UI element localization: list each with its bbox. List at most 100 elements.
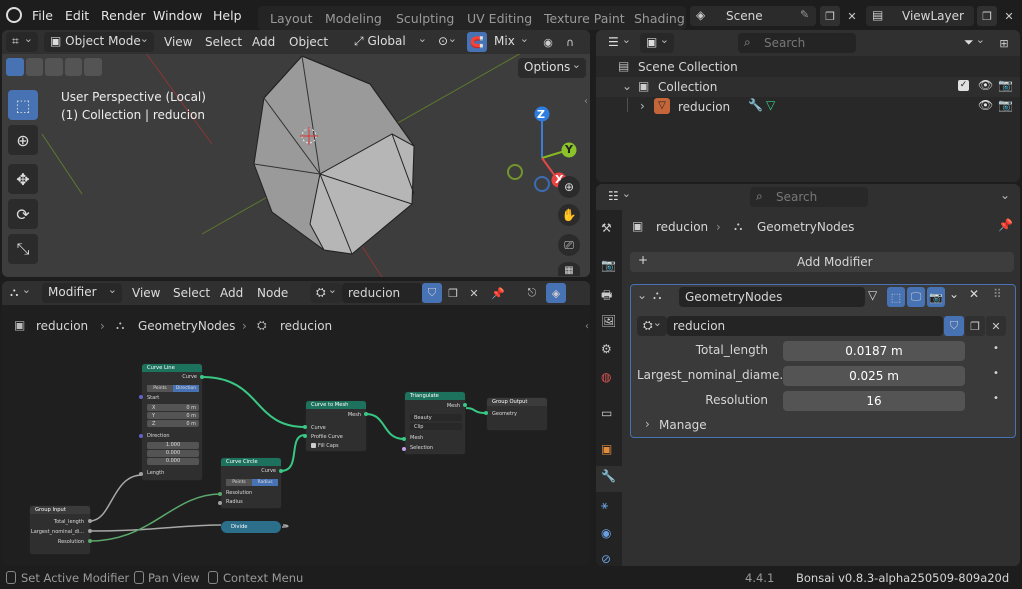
scene-selector[interactable]: ◈ Scene ✎ bbox=[690, 6, 816, 26]
delete-viewlayer-icon[interactable]: ✕ bbox=[999, 6, 1019, 26]
triangulate-selection-socket[interactable] bbox=[402, 447, 406, 451]
scale-tool-icon[interactable]: ⤡ bbox=[8, 234, 38, 264]
vertex-edit-icon[interactable]: ▽ bbox=[868, 288, 877, 302]
group-output-geometry-socket[interactable] bbox=[484, 411, 488, 415]
direction-z-field[interactable]: 0.000 bbox=[147, 458, 199, 465]
viewport-toggle-icon[interactable]: 🖵 bbox=[907, 287, 925, 307]
curve-circle-mode-points[interactable]: Points bbox=[226, 479, 252, 486]
output-tab-icon[interactable]: 🖶 bbox=[601, 286, 612, 307]
object-expand-icon[interactable]: › bbox=[640, 99, 645, 113]
modifier-collapse-icon[interactable]: ⌄ bbox=[637, 288, 647, 302]
tab-shading[interactable]: Shading bbox=[634, 11, 685, 26]
curve-circle-out-socket[interactable] bbox=[279, 469, 283, 473]
manage-expand-icon[interactable]: › bbox=[645, 417, 650, 431]
tab-uv-editing[interactable]: UV Editing bbox=[467, 11, 532, 26]
ortho-grid-icon[interactable]: ▦ bbox=[558, 262, 580, 276]
snap-toggle-icon[interactable]: 🧲 bbox=[467, 32, 487, 52]
curve-line-direction-socket[interactable] bbox=[139, 434, 143, 438]
fill-caps-checkbox[interactable] bbox=[311, 443, 316, 448]
object-visibility-eye-icon[interactable]: 👁 bbox=[978, 98, 993, 112]
tab-texture-paint[interactable]: Texture Paint bbox=[544, 11, 625, 26]
scene-tab-icon[interactable]: ⚙ bbox=[601, 342, 612, 356]
constraints-tab-icon[interactable]: ⊘ bbox=[601, 552, 611, 566]
direction-x-field[interactable]: 1.000 bbox=[147, 442, 199, 449]
editor-type-dropdown[interactable]: ⌗ bbox=[6, 32, 38, 52]
modifier-unlink-icon[interactable]: ✕ bbox=[986, 316, 1006, 336]
sidebar-toggle-icon[interactable]: ‹ bbox=[584, 96, 588, 107]
add-modifier-button[interactable]: + Add Modifier bbox=[630, 252, 1014, 272]
viewport-menu-select[interactable]: Select bbox=[205, 35, 242, 49]
curve-line-y-field[interactable]: Y 0 m bbox=[147, 412, 199, 419]
curve-to-mesh-profile-socket[interactable] bbox=[303, 434, 307, 438]
node-group-browse-button[interactable]: ⛭ bbox=[637, 316, 667, 336]
curve-line-out-socket[interactable] bbox=[200, 375, 204, 379]
view-layer-tab-icon[interactable]: 🖼 bbox=[601, 314, 616, 328]
move-tool-icon[interactable]: ✥ bbox=[8, 164, 38, 194]
tab-sculpting[interactable]: Sculpting bbox=[396, 11, 454, 26]
viewlayer-selector[interactable]: ▤ ViewLayer bbox=[866, 6, 974, 26]
menu-file[interactable]: File bbox=[32, 8, 53, 23]
menu-help[interactable]: Help bbox=[213, 8, 242, 23]
group-input-total-socket[interactable] bbox=[88, 519, 92, 523]
menu-edit[interactable]: Edit bbox=[65, 8, 89, 23]
editmode-toggle-icon[interactable]: ⬚ bbox=[887, 287, 905, 307]
node-group-field[interactable]: reducion bbox=[667, 316, 943, 336]
input-value-largest-nominal[interactable]: 0.025 m bbox=[783, 366, 965, 386]
input-value-resolution[interactable]: 16 bbox=[783, 391, 965, 411]
properties-options-chevron-icon[interactable]: ⌄ bbox=[1000, 188, 1010, 202]
modifier-dropdown-icon[interactable]: ⌄ bbox=[949, 287, 959, 301]
curve-line-z-field[interactable]: Z 0 m bbox=[147, 420, 199, 427]
physics-tab-icon[interactable]: ◉ bbox=[601, 526, 611, 540]
render-tab-icon[interactable]: 📷 bbox=[601, 258, 616, 272]
modifier-fake-user-icon[interactable]: ⛉ bbox=[944, 316, 964, 336]
cylinder-mesh[interactable] bbox=[253, 55, 415, 255]
curve-line-length-socket[interactable] bbox=[139, 472, 143, 476]
zoom-icon[interactable]: ⊕ bbox=[558, 176, 580, 198]
proportional-edit-icon[interactable]: ◉ bbox=[538, 32, 558, 52]
modifier-name-field[interactable]: GeometryNodes bbox=[679, 287, 865, 307]
collection-expand-icon[interactable]: ⌄ bbox=[622, 79, 632, 93]
pin-icon[interactable]: ✎ bbox=[800, 8, 809, 21]
viewport-menu-add[interactable]: Add bbox=[252, 35, 275, 49]
scene-collection-label[interactable]: Scene Collection bbox=[638, 60, 738, 74]
curve-circle-radius-socket[interactable] bbox=[218, 501, 222, 505]
manage-subpanel-label[interactable]: Manage bbox=[659, 418, 707, 432]
keyframe-dot-total-length[interactable]: • bbox=[993, 343, 999, 354]
rotate-tool-icon[interactable]: ⟳ bbox=[8, 199, 38, 229]
keyframe-dot-resolution[interactable]: • bbox=[993, 393, 999, 404]
collection-tab-icon[interactable]: ▭ bbox=[601, 406, 612, 420]
properties-search-input[interactable]: ⌕ Search bbox=[750, 187, 868, 207]
properties-pin-icon[interactable]: 📌 bbox=[998, 218, 1013, 232]
group-input-resolution-socket[interactable] bbox=[88, 539, 92, 543]
new-collection-icon[interactable]: ⊞ bbox=[994, 33, 1014, 53]
outliner-filter-dropdown[interactable]: ⏷ bbox=[958, 33, 990, 53]
new-scene-icon[interactable]: ❐ bbox=[820, 6, 840, 26]
object-tab-icon[interactable]: ▣ bbox=[601, 442, 612, 456]
camera-view-icon[interactable]: ⎚ bbox=[558, 234, 580, 256]
drag-handle-icon[interactable]: ⠿ bbox=[993, 287, 1002, 301]
mesh-data-icon[interactable]: ▽ bbox=[766, 98, 775, 112]
collection-visibility-eye-icon[interactable]: 👁 bbox=[978, 78, 993, 92]
modifier-wrench-icon[interactable]: 🔧 bbox=[748, 98, 763, 112]
particles-tab-icon[interactable]: ⚹ bbox=[601, 498, 608, 513]
collection-label[interactable]: Collection bbox=[658, 80, 717, 94]
select-box-tool-icon[interactable]: ⬚ bbox=[8, 90, 38, 120]
pivot-dropdown[interactable]: ⊙ bbox=[432, 32, 462, 52]
viewport-menu-view[interactable]: View bbox=[164, 35, 192, 49]
divide-node[interactable]: Divide bbox=[221, 521, 281, 533]
group-input-largest-socket[interactable] bbox=[88, 529, 92, 533]
mode-dropdown[interactable]: ▣ Object Mode bbox=[44, 32, 154, 52]
menu-render[interactable]: Render bbox=[101, 8, 146, 23]
new-viewlayer-icon[interactable]: ❐ bbox=[977, 6, 997, 26]
curve-circle-mode-toggle[interactable]: Points Radius bbox=[226, 479, 278, 486]
curve-line-mode-points[interactable]: Points bbox=[147, 385, 173, 392]
curve-to-mesh-out-socket[interactable] bbox=[364, 412, 368, 416]
world-tab-icon[interactable]: ◍ bbox=[601, 370, 611, 384]
snap-mode-dropdown[interactable]: Mix bbox=[488, 32, 534, 52]
triangulate-node[interactable]: Triangulate Mesh Beauty Clip Mesh Select… bbox=[404, 391, 466, 455]
curve-line-x-field[interactable]: X 0 m bbox=[147, 404, 199, 411]
3d-viewport[interactable]: ⌗ ▣ Object Mode View Select Add Object ⤢… bbox=[2, 30, 590, 277]
node-editor[interactable]: ⛬ Modifier View Select Add Node ⛭ reduci… bbox=[2, 281, 590, 565]
tool-tab-icon[interactable]: ⚒ bbox=[601, 221, 612, 235]
triangulate-ngon-method[interactable]: Clip bbox=[410, 423, 462, 430]
